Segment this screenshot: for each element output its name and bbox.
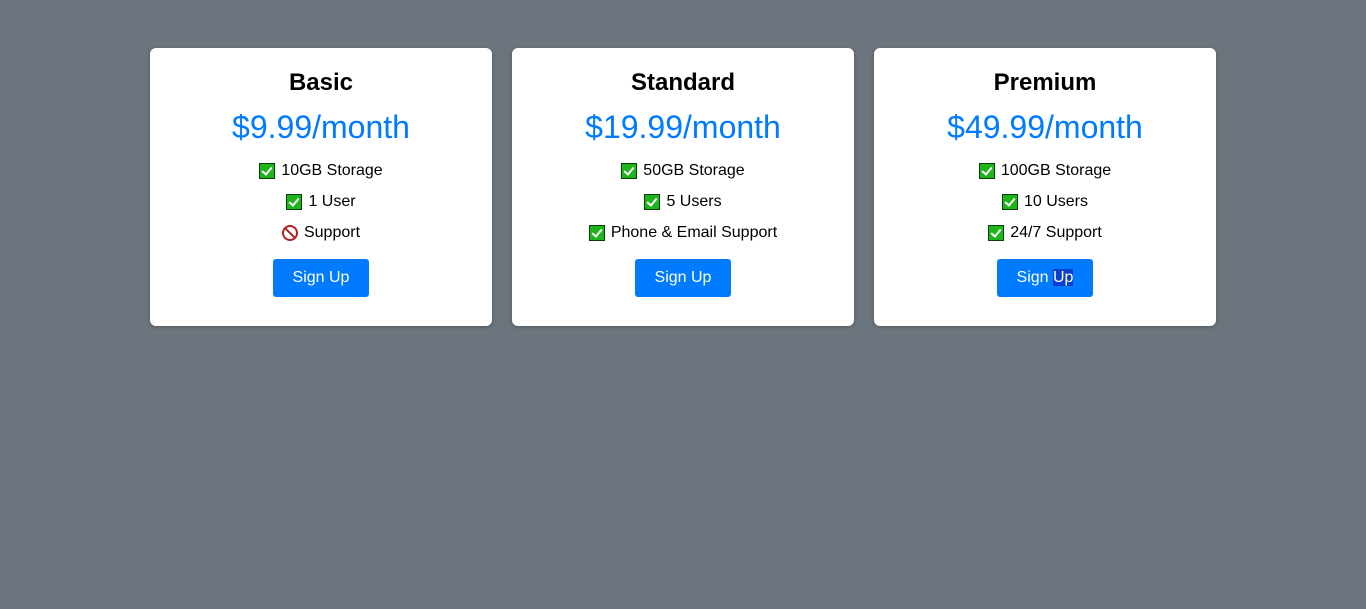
feature-item: 24/7 Support — [874, 223, 1216, 243]
feature-label: Phone & Email Support — [610, 224, 778, 241]
plan-name: Basic — [288, 69, 354, 96]
feature-item: 1 User — [150, 192, 492, 212]
pricing-card-standard: Standard $19.99/month 50GB Storage 5 Use… — [512, 48, 854, 326]
feature-list: 10GB Storage 1 User Support — [150, 161, 492, 243]
feature-item: 10GB Storage — [150, 161, 492, 181]
prohibited-icon — [281, 225, 298, 241]
pricing-card-basic: Basic $9.99/month 10GB Storage 1 User Su… — [150, 48, 492, 326]
feature-item: Support — [150, 223, 492, 243]
check-icon — [621, 163, 638, 179]
feature-item: 100GB Storage — [874, 161, 1216, 181]
feature-list: 50GB Storage 5 Users Phone & Email Suppo… — [512, 161, 854, 243]
feature-label: 1 User — [308, 193, 356, 210]
feature-label: 10 Users — [1023, 193, 1089, 210]
check-icon — [286, 194, 303, 210]
feature-item: Phone & Email Support — [512, 223, 854, 243]
plan-price: $19.99/month — [585, 109, 781, 145]
check-icon — [644, 194, 661, 210]
plan-price: $9.99/month — [232, 109, 410, 145]
selected-text: Up — [1053, 269, 1074, 286]
feature-item: 5 Users — [512, 192, 854, 212]
plan-price: $49.99/month — [947, 109, 1143, 145]
feature-label: 24/7 Support — [1010, 224, 1102, 241]
plan-name: Standard — [630, 69, 735, 96]
sign-up-button-premium[interactable]: Sign Up — [997, 259, 1093, 297]
feature-label: 10GB Storage — [281, 162, 383, 179]
check-icon — [588, 225, 605, 241]
check-icon — [1001, 194, 1018, 210]
feature-label: 5 Users — [666, 193, 722, 210]
sign-up-button-standard[interactable]: Sign Up — [635, 259, 731, 297]
feature-item: 50GB Storage — [512, 161, 854, 181]
button-label-prefix: Sign — [1016, 269, 1053, 286]
feature-label: 50GB Storage — [643, 162, 745, 179]
sign-up-button-basic[interactable]: Sign Up — [273, 259, 369, 297]
check-icon — [978, 163, 995, 179]
feature-label: 100GB Storage — [1000, 162, 1112, 179]
check-icon — [259, 163, 276, 179]
feature-label: Support — [303, 224, 361, 241]
check-icon — [988, 225, 1005, 241]
plan-name: Premium — [993, 69, 1097, 96]
feature-list: 100GB Storage 10 Users 24/7 Support — [874, 161, 1216, 243]
pricing-container: Basic $9.99/month 10GB Storage 1 User Su… — [150, 48, 1216, 326]
pricing-card-premium: Premium $49.99/month 100GB Storage 10 Us… — [874, 48, 1216, 326]
feature-item: 10 Users — [874, 192, 1216, 212]
